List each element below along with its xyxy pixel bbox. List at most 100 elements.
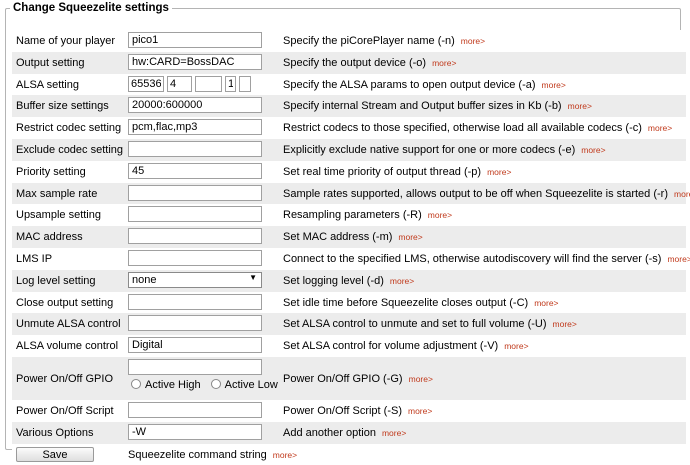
setting-label: Various Options: [16, 426, 94, 439]
unmute-alsa-control-input[interactable]: [128, 315, 262, 332]
footer-row: Save Squeezelite command string more>: [12, 443, 686, 465]
setting-description: Specify the output device (-o) more>: [283, 57, 456, 69]
alsa-param-2-input[interactable]: [167, 75, 192, 92]
setting-description: Power On/Off GPIO (-G) more>: [283, 373, 433, 385]
description-text: Set MAC address (-m): [283, 231, 393, 244]
more-link[interactable]: more>: [390, 276, 414, 286]
more-link[interactable]: more>: [553, 319, 577, 329]
setting-row-priority-setting: Priority setting Set real time priority o…: [12, 160, 686, 183]
setting-label: Upsample setting: [16, 209, 101, 222]
settings-panel: Change Squeezelite settings Name of your…: [5, 2, 690, 465]
setting-row-various-options: Various Options Add another option more>: [12, 421, 686, 444]
various-options-input[interactable]: [128, 423, 262, 440]
radio-active-high[interactable]: Active High: [131, 378, 201, 391]
setting-description: Set logging level (-d) more>: [283, 275, 414, 287]
more-link[interactable]: more>: [667, 254, 690, 264]
setting-description: Specify the piCorePlayer name (-n) more>: [283, 35, 485, 47]
more-link[interactable]: more>: [534, 298, 558, 308]
setting-label: MAC address: [16, 231, 83, 244]
close-output-setting-input[interactable]: [128, 293, 262, 310]
setting-description: Connect to the specified LMS, otherwise …: [283, 253, 690, 265]
radio-label: Active High: [145, 378, 201, 391]
setting-description: Power On/Off Script (-S) more>: [283, 405, 432, 417]
description-text: Set idle time before Squeezelite closes …: [283, 296, 529, 309]
setting-control: Active High Active Low: [128, 358, 288, 391]
more-link[interactable]: more>: [674, 189, 690, 199]
setting-control: [128, 75, 254, 92]
more-link[interactable]: more>: [568, 101, 592, 111]
description-text: Set ALSA control to unmute and set to fu…: [283, 318, 547, 331]
setting-label: Max sample rate: [16, 187, 98, 200]
setting-label: Unmute ALSA control: [16, 318, 121, 331]
setting-description: Restrict codecs to those specified, othe…: [283, 122, 672, 134]
setting-row-restrict-codec-setting: Restrict codec setting Restrict codecs to…: [12, 117, 686, 139]
setting-label: Log level setting: [16, 274, 96, 287]
setting-control: [128, 184, 262, 201]
output-setting-input[interactable]: [128, 53, 262, 70]
more-link[interactable]: more>: [487, 167, 511, 177]
setting-control: [128, 249, 262, 266]
description-text: Specify internal Stream and Output buffe…: [283, 100, 562, 113]
setting-label: LMS IP: [16, 252, 53, 265]
radio-button-icon[interactable]: [210, 378, 221, 389]
more-link[interactable]: more>: [581, 145, 605, 155]
setting-description: Specify the ALSA params to open output d…: [283, 79, 566, 91]
restrict-codec-setting-input[interactable]: [128, 119, 262, 136]
priority-setting-input[interactable]: [128, 162, 262, 179]
buffer-size-settings-input[interactable]: [128, 97, 262, 114]
name-of-your-player-input[interactable]: [128, 32, 262, 48]
alsa-param-5-input[interactable]: [239, 75, 251, 92]
power-on-off-gpio-input[interactable]: [128, 358, 262, 375]
more-link[interactable]: more>: [409, 374, 433, 384]
radio-active-low[interactable]: Active Low: [210, 378, 278, 391]
description-text: Specify the output device (-o): [283, 56, 427, 69]
setting-row-buffer-size-settings: Buffer size settings Specify internal Str…: [12, 95, 686, 118]
gpio-polarity-radios: Active High Active Low: [128, 378, 288, 391]
more-link[interactable]: more>: [542, 80, 566, 90]
more-link[interactable]: more>: [398, 232, 422, 242]
setting-label: Priority setting: [16, 165, 86, 178]
setting-control: [128, 53, 262, 70]
setting-row-max-sample-rate: Max sample rate Sample rates supported, a…: [12, 182, 690, 205]
setting-control: [128, 162, 262, 179]
max-sample-rate-input[interactable]: [128, 184, 262, 201]
more-link[interactable]: more>: [504, 341, 528, 351]
more-link[interactable]: more>: [648, 123, 672, 133]
setting-label: Restrict codec setting: [16, 122, 122, 135]
setting-label: Name of your player: [16, 35, 116, 47]
description-text: Add another option: [283, 426, 376, 439]
more-link[interactable]: more>: [461, 36, 485, 46]
save-button[interactable]: Save: [16, 446, 94, 462]
more-link[interactable]: more>: [382, 428, 406, 438]
description-text: Set real time priority of output thread …: [283, 165, 482, 178]
setting-description: Set ALSA control for volume adjustment (…: [283, 340, 529, 352]
exclude-codec-setting-input[interactable]: [128, 140, 262, 157]
log-level-select[interactable]: none ▼: [128, 271, 262, 288]
more-link[interactable]: more>: [428, 210, 452, 220]
setting-control: [128, 228, 262, 245]
setting-row-log-level-setting: Log level setting none ▼ Set logging level …: [12, 269, 686, 292]
description-text: Power On/Off GPIO (-G): [283, 372, 403, 385]
upsample-setting-input[interactable]: [128, 206, 262, 223]
panel-legend: Change Squeezelite settings: [13, 2, 169, 14]
alsa-volume-control-input[interactable]: [128, 337, 262, 354]
more-link[interactable]: more>: [432, 58, 456, 68]
setting-control: [128, 401, 262, 418]
setting-row-alsa-volume-control: ALSA volume control Set ALSA control for …: [12, 335, 686, 357]
setting-row-power-on-off-gpio: Power On/Off GPIO Active High Active Low Po…: [12, 356, 686, 400]
lms-ip-input[interactable]: [128, 249, 262, 266]
mac-address-input[interactable]: [128, 228, 262, 245]
setting-description: Resampling parameters (-R) more>: [283, 209, 452, 221]
description-text: Set logging level (-d): [283, 274, 384, 287]
alsa-param-1-input[interactable]: [128, 75, 164, 92]
select-value: none: [132, 273, 157, 286]
setting-control: [128, 140, 262, 157]
more-link[interactable]: more>: [273, 450, 297, 460]
setting-control: [128, 337, 262, 354]
radio-button-icon[interactable]: [131, 378, 141, 389]
more-link[interactable]: more>: [408, 406, 432, 416]
alsa-param-3-input[interactable]: [195, 75, 222, 92]
alsa-param-4-input[interactable]: [225, 75, 236, 92]
setting-label: Power On/Off GPIO: [16, 372, 113, 385]
power-on-off-script-input[interactable]: [128, 401, 262, 418]
